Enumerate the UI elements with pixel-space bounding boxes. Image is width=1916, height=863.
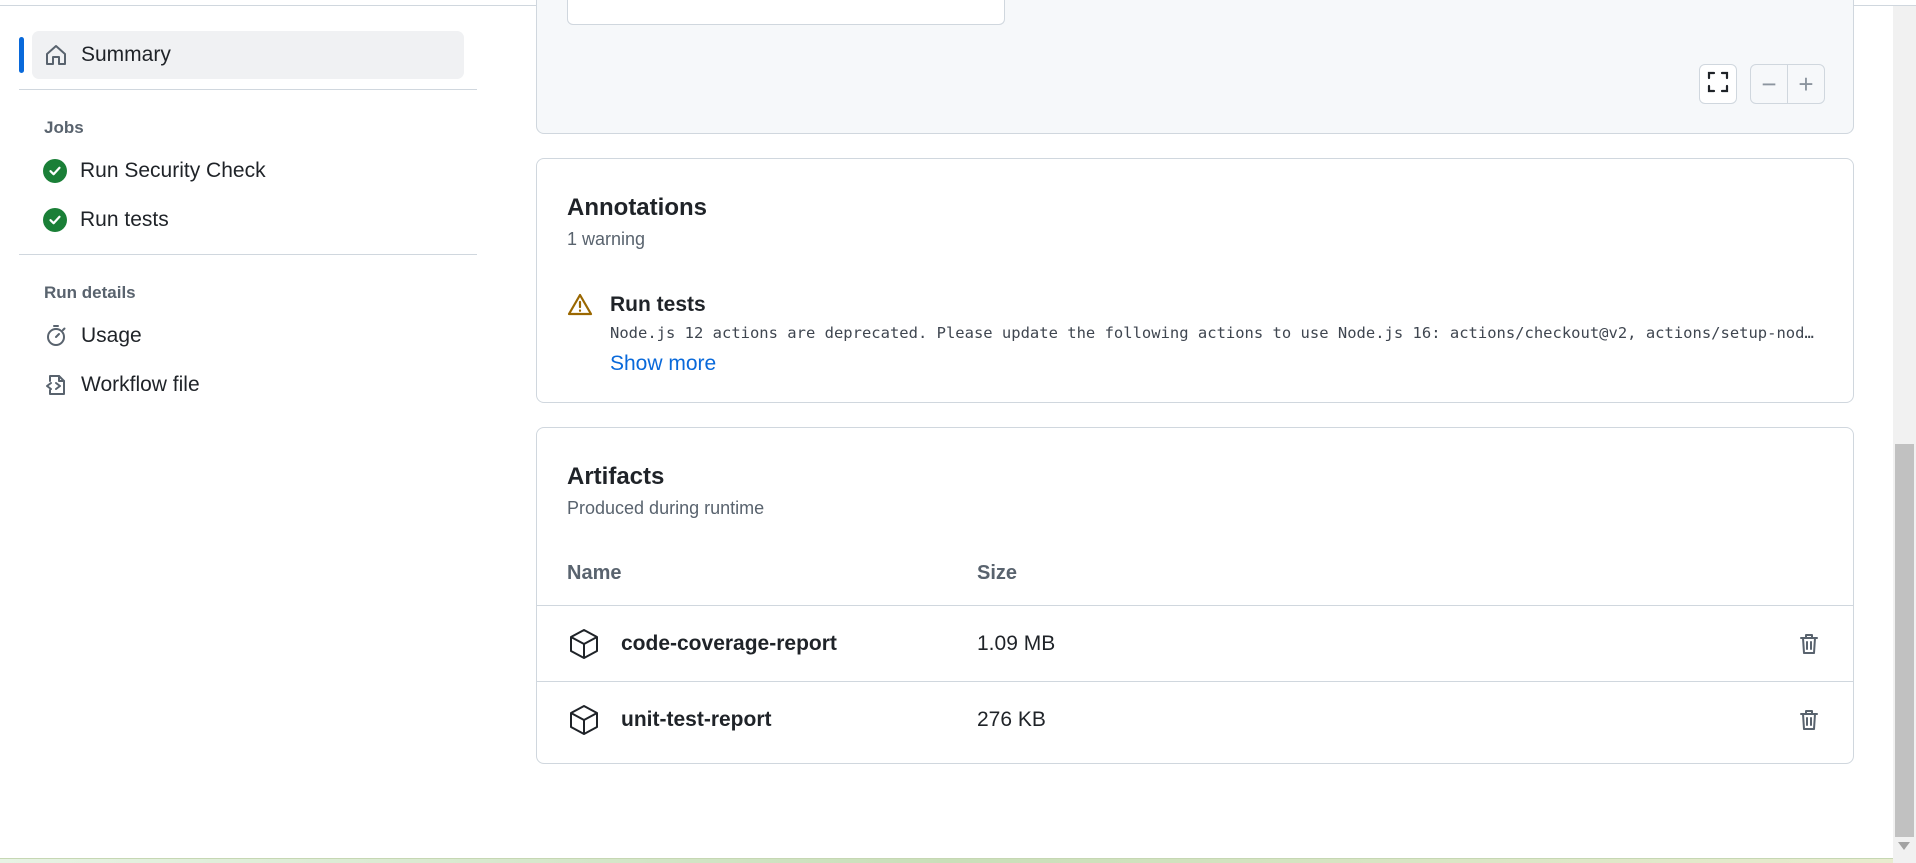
artifact-size: 276 KB	[977, 707, 1046, 731]
show-more-link[interactable]: Show more	[610, 352, 716, 376]
trash-icon[interactable]	[1797, 632, 1821, 656]
artifacts-title: Artifacts	[567, 463, 665, 490]
job-label: Run Security Check	[80, 158, 266, 182]
sidebar-item-summary[interactable]: Summary	[19, 31, 464, 79]
zoom-out-button[interactable]: −	[1750, 64, 1788, 104]
trash-icon[interactable]	[1797, 708, 1821, 732]
scrollbar-thumb[interactable]	[1895, 444, 1914, 837]
zoom-in-button[interactable]: +	[1787, 64, 1825, 104]
column-header-name: Name	[567, 562, 622, 584]
sidebar-item-workflow-file[interactable]: Workflow file	[19, 360, 477, 409]
jobs-heading: Jobs	[44, 118, 84, 137]
sidebar-item-job-security-check[interactable]: Run Security Check	[19, 146, 477, 195]
sidebar-item-usage[interactable]: Usage	[19, 311, 477, 360]
table-row: code-coverage-report 1.09 MB	[537, 605, 1853, 681]
warning-icon	[567, 292, 593, 318]
artifacts-subtitle: Produced during runtime	[567, 498, 765, 518]
annotation-message: Node.js 12 actions are deprecated. Pleas…	[610, 324, 1822, 342]
scroll-down-arrow-icon[interactable]	[1898, 842, 1910, 850]
column-header-size: Size	[977, 562, 1018, 584]
artifact-download-link[interactable]: unit-test-report	[621, 708, 772, 732]
sidebar-item-label: Summary	[81, 43, 171, 66]
active-indicator	[19, 37, 24, 73]
artifact-size: 1.09 MB	[977, 631, 1056, 655]
job-label: Run tests	[80, 207, 169, 231]
workflow-graph-card: − +	[536, 0, 1854, 134]
table-row: unit-test-report 276 KB	[537, 681, 1853, 757]
run-details-heading: Run details	[44, 283, 136, 302]
annotation-job-title: Run tests	[610, 293, 706, 316]
fullscreen-button[interactable]	[1699, 64, 1737, 104]
sidebar: Summary Jobs Run Security Check Run test…	[19, 31, 477, 409]
sidebar-item-label: Workflow file	[81, 372, 200, 396]
sidebar-item-label: Usage	[81, 323, 142, 347]
fullscreen-icon	[1707, 69, 1729, 100]
package-icon	[567, 627, 601, 661]
sidebar-item-job-run-tests[interactable]: Run tests	[19, 195, 477, 244]
graph-job-node[interactable]	[567, 0, 1005, 25]
annotations-title: Annotations	[567, 194, 707, 221]
annotations-card: Annotations 1 warning Run tests Node.js …	[536, 158, 1854, 403]
file-code-icon	[43, 372, 69, 398]
artifact-download-link[interactable]: code-coverage-report	[621, 632, 837, 656]
check-circle-icon	[43, 207, 67, 232]
bottom-border	[0, 858, 1893, 863]
stopwatch-icon	[43, 323, 69, 349]
vertical-scrollbar[interactable]	[1893, 6, 1916, 863]
check-circle-icon	[43, 158, 67, 183]
artifacts-card: Artifacts Produced during runtime Name S…	[536, 427, 1854, 764]
divider	[19, 254, 477, 255]
home-icon	[43, 42, 69, 68]
divider	[19, 89, 477, 90]
package-icon	[567, 703, 601, 737]
annotations-subtitle: 1 warning	[567, 229, 646, 249]
